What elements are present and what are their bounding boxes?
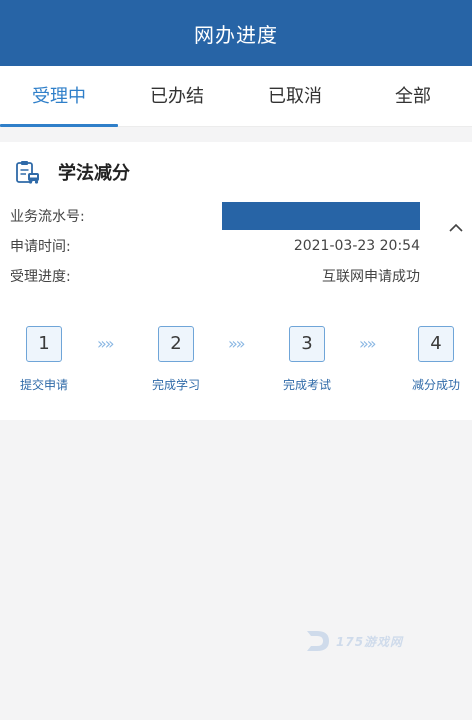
status-tabs: 受理中 已办结 已取消 全部 xyxy=(0,66,472,127)
step-number: 3 xyxy=(289,326,325,362)
arrow-icon: »» xyxy=(359,334,377,353)
apply-time-label: 申请时间: xyxy=(10,239,71,255)
watermark: 175游戏网 xyxy=(302,626,403,656)
clipboard-icon xyxy=(16,161,39,184)
tab-in-progress[interactable]: 受理中 xyxy=(0,66,118,127)
step-label: 完成考试 xyxy=(282,378,331,392)
application-card[interactable]: 学法减分 业务流水号: 申请时间: 2021-03-23 20:54 受理进度:… xyxy=(0,142,472,420)
step-deduct: 4 减分成功 xyxy=(396,326,472,393)
chevron-up-icon[interactable] xyxy=(448,220,464,236)
serial-number-redacted xyxy=(222,202,420,230)
serial-number-label: 业务流水号: xyxy=(10,209,85,225)
step-number: 4 xyxy=(418,326,454,362)
watermark-logo-icon xyxy=(307,631,329,651)
serial-number-row: 业务流水号: xyxy=(10,202,420,230)
page-title: 网办进度 xyxy=(194,22,278,47)
tab-cancelled[interactable]: 已取消 xyxy=(236,66,354,127)
tab-all[interactable]: 全部 xyxy=(354,66,472,127)
step-number: 1 xyxy=(26,326,62,362)
step-exam: 3 完成考试 xyxy=(267,326,347,393)
apply-time-value: 2021-03-23 20:54 xyxy=(293,238,420,254)
watermark-text: 175游戏网 xyxy=(336,634,404,649)
arrow-icon: »» xyxy=(228,334,246,353)
step-study: 2 完成学习 xyxy=(136,326,216,393)
step-label: 提交申请 xyxy=(19,378,68,392)
apply-time-row: 申请时间: 2021-03-23 20:54 xyxy=(10,234,420,258)
progress-value: 互联网申请成功 xyxy=(322,269,420,285)
card-title: 学法减分 xyxy=(58,163,130,184)
app-header: 网办进度 xyxy=(0,0,472,66)
progress-row: 受理进度: 互联网申请成功 xyxy=(10,264,420,288)
card-header: 学法减分 xyxy=(14,158,130,186)
step-number: 2 xyxy=(158,326,194,362)
step-submit: 1 提交申请 xyxy=(4,326,84,393)
progress-label: 受理进度: xyxy=(10,269,71,285)
progress-steps: 1 提交申请 »» 2 完成学习 »» 3 完成考试 »» 4 减分成功 xyxy=(0,326,472,396)
step-label: 减分成功 xyxy=(411,378,460,392)
step-label: 完成学习 xyxy=(151,378,200,392)
arrow-icon: »» xyxy=(97,334,115,353)
tab-completed[interactable]: 已办结 xyxy=(118,66,236,127)
